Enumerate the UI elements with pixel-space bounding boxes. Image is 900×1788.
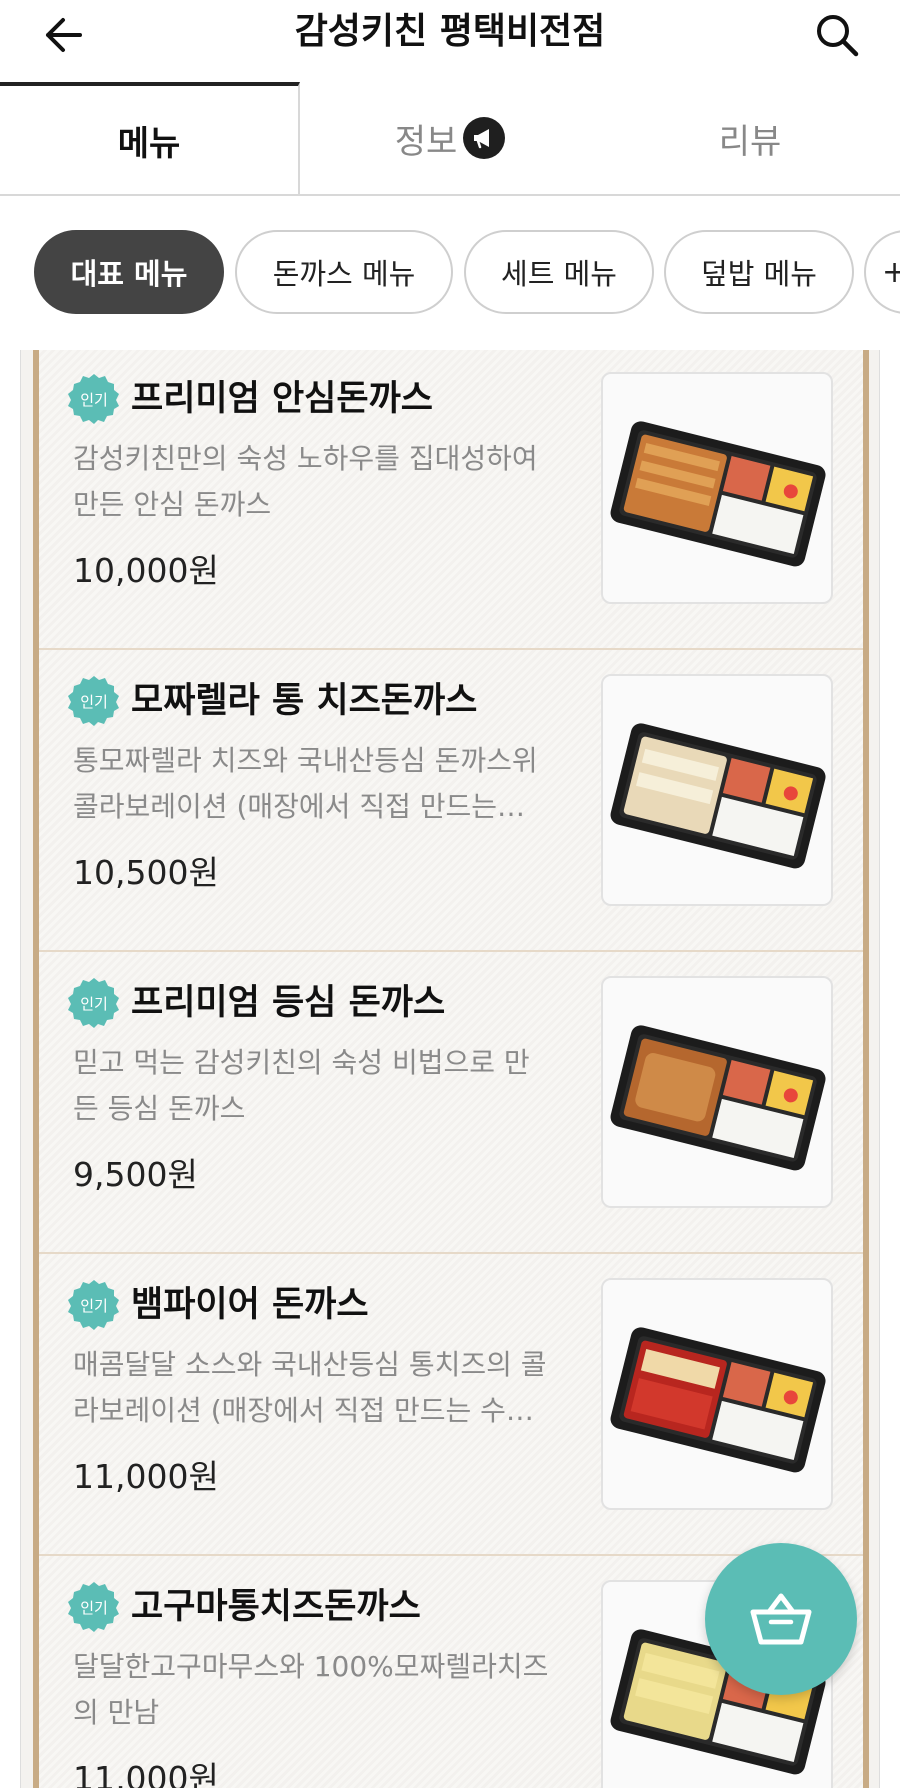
plus-icon: + [882, 254, 900, 290]
store-tabs: 메뉴 정보 리뷰 [0, 82, 900, 196]
menu-item-price: 11,000원 [73, 1759, 219, 1788]
popular-badge-icon: 인기 [68, 676, 119, 726]
menu-item-description: 통모짜렐라 치즈와 국내산등심 돈까스위 콜라보레이션 (매장에서 직접 만드는… [73, 738, 563, 830]
menu-item-description: 믿고 먹는 감성키친의 숙성 비법으로 만 든 등심 돈까스 [73, 1040, 563, 1132]
menu-item-description: 매콤달달 소스와 국내산등심 통치즈의 콜 라보레이션 (매장에서 직접 만드는… [73, 1342, 563, 1434]
description-line: 감성키친만의 숙성 노하우를 집대성하여 [73, 442, 538, 475]
popular-badge-text: 인기 [80, 1297, 108, 1315]
menu-item-name: 모짜렐라 통 치즈돈까스 [131, 681, 478, 721]
menu-item-price: 9,500원 [73, 1155, 198, 1194]
menu-item[interactable]: 인기 모짜렐라 통 치즈돈까스 통모짜렐라 치즈와 국내산등심 돈까스위 콜라보… [39, 652, 863, 952]
popular-badge-icon: 인기 [68, 374, 119, 424]
basket-icon [750, 1593, 812, 1645]
lunchbox-image [610, 1025, 826, 1171]
menu-item-price: 10,000원 [73, 551, 219, 590]
description-line: 통모짜렐라 치즈와 국내산등심 돈까스위 [73, 744, 538, 777]
search-button[interactable] [810, 8, 864, 62]
description-line: 믿고 먹는 감성키친의 숙성 비법으로 만 [73, 1046, 530, 1079]
lunchbox-image [610, 421, 826, 567]
tab-info[interactable]: 정보 [300, 82, 600, 194]
menu-item-description: 달달한고구마무스와 100%모짜렐라치즈 의 만남 [73, 1644, 563, 1736]
description-line: 든 등심 돈까스 [73, 1092, 246, 1125]
menu-item-photo[interactable] [601, 976, 833, 1208]
popular-badge-icon: 인기 [68, 1280, 119, 1330]
menu-item-photo[interactable] [601, 372, 833, 604]
menu-item-photo[interactable] [601, 674, 833, 906]
tab-menu[interactable]: 메뉴 [0, 82, 300, 194]
chip-more-partial[interactable]: + [864, 230, 900, 314]
tab-review[interactable]: 리뷰 [600, 82, 900, 194]
chip-set-menu[interactable]: 세트 메뉴 [464, 230, 654, 314]
chip-label: 덮밥 메뉴 [701, 257, 817, 291]
chip-donkatsu-menu[interactable]: 돈까스 메뉴 [235, 230, 453, 314]
top-bar: 감성키친 평택비전점 [0, 0, 900, 82]
popular-badge-icon: 인기 [68, 1582, 119, 1632]
menu-item-name: 프리미엄 안심돈까스 [131, 379, 433, 419]
description-line: 매콤달달 소스와 국내산등심 통치즈의 콜 [73, 1348, 547, 1381]
megaphone-icon [463, 117, 506, 159]
menu-item-name: 프리미엄 등심 돈까스 [131, 983, 446, 1023]
store-title: 감성키친 평택비전점 [294, 11, 606, 52]
lunchbox-image [610, 1327, 826, 1473]
cart-button[interactable] [705, 1543, 857, 1695]
category-chips: 대표 메뉴 돈까스 메뉴 세트 메뉴 덮밥 메뉴 + [0, 196, 900, 350]
description-line: 콜라보레이션 (매장에서 직접 만드는… [73, 790, 526, 823]
chip-label: 세트 메뉴 [501, 257, 617, 291]
popular-badge-text: 인기 [80, 391, 108, 409]
tab-menu-label: 메뉴 [117, 123, 181, 164]
menu-item-description: 감성키친만의 숙성 노하우를 집대성하여 만든 안심 돈까스 [73, 436, 563, 528]
popular-badge-text: 인기 [80, 995, 108, 1013]
lunchbox-image [610, 723, 826, 869]
chip-rice-bowl-menu[interactable]: 덮밥 메뉴 [664, 230, 854, 314]
search-icon [817, 15, 859, 57]
menu-item[interactable]: 인기 프리미엄 등심 돈까스 믿고 먹는 감성키친의 숙성 비법으로 만 든 등… [39, 954, 863, 1254]
description-line: 만든 안심 돈까스 [73, 488, 272, 521]
chip-label: 대표 메뉴 [70, 257, 188, 291]
chip-signature-menu[interactable]: 대표 메뉴 [34, 230, 224, 314]
menu-item-name: 고구마통치즈돈까스 [131, 1587, 421, 1627]
description-line: 달달한고구마무스와 100%모짜렐라치즈 [73, 1650, 549, 1683]
menu-item-price: 10,500원 [73, 853, 219, 892]
tab-info-label: 정보 [394, 121, 458, 162]
menu-item-name: 뱀파이어 돈까스 [131, 1285, 369, 1325]
menu-item-photo[interactable] [601, 1278, 833, 1510]
description-line: 라보레이션 (매장에서 직접 만드는 수… [73, 1394, 534, 1427]
popular-badge-text: 인기 [80, 1599, 108, 1617]
description-line: 의 만남 [73, 1696, 160, 1729]
popular-badge-text: 인기 [80, 693, 108, 711]
tab-review-label: 리뷰 [718, 121, 782, 162]
popular-badge-icon: 인기 [68, 978, 119, 1028]
menu-item[interactable]: 인기 뱀파이어 돈까스 매콤달달 소스와 국내산등심 통치즈의 콜 라보레이션 … [39, 1256, 863, 1556]
chip-label: 돈까스 메뉴 [272, 257, 416, 291]
menu-item-price: 11,000원 [73, 1457, 219, 1496]
menu-item[interactable]: 인기 프리미엄 안심돈까스 감성키친만의 숙성 노하우를 집대성하여 만든 안심… [39, 350, 863, 650]
